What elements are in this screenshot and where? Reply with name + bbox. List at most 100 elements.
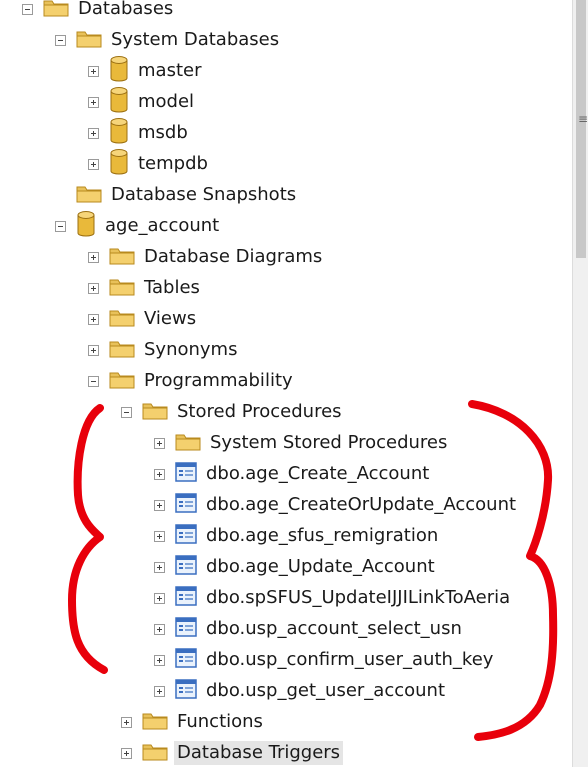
folder-icon [175, 431, 201, 456]
folder-icon [76, 183, 102, 208]
expand-toggle-icon[interactable] [154, 685, 165, 697]
expand-toggle-icon[interactable] [154, 437, 165, 449]
collapse-toggle-icon[interactable] [55, 220, 66, 232]
expand-toggle-icon[interactable] [88, 96, 99, 108]
stored-procedure-icon [175, 678, 197, 704]
tree-node-label[interactable]: Stored Procedures [174, 400, 345, 424]
expand-toggle-icon[interactable] [121, 747, 132, 759]
expand-toggle-icon[interactable] [88, 344, 99, 356]
tree-node[interactable]: age_account [55, 210, 222, 243]
folder-icon [76, 28, 102, 53]
tree-node[interactable]: System Databases [55, 25, 282, 55]
expand-toggle-icon[interactable] [88, 282, 99, 294]
expand-toggle-icon[interactable] [154, 592, 165, 604]
stored-procedure-icon [175, 585, 197, 611]
tree-node-label[interactable]: dbo.spSFUS_UpdateIJJILinkToAeria [203, 586, 513, 610]
tree-node[interactable]: dbo.usp_account_select_usn [154, 614, 465, 644]
folder-icon [109, 245, 135, 270]
expand-toggle-icon[interactable] [121, 716, 132, 728]
tree-node[interactable]: Programmability [88, 366, 296, 396]
stored-procedure-icon [175, 492, 197, 518]
expand-toggle-icon[interactable] [154, 654, 165, 666]
stored-procedure-icon [175, 647, 197, 673]
stored-procedure-icon [175, 616, 197, 642]
tree-node-label[interactable]: master [135, 59, 204, 83]
collapse-toggle-icon[interactable] [55, 34, 66, 46]
scrollbar-thumb[interactable] [576, 0, 586, 258]
collapse-toggle-icon[interactable] [121, 406, 132, 418]
tree-node-label[interactable]: dbo.age_CreateOrUpdate_Account [203, 493, 519, 517]
tree-node-label[interactable]: Functions [174, 710, 266, 734]
tree-node[interactable]: master [88, 55, 204, 86]
tree-node-label[interactable]: dbo.age_Create_Account [203, 462, 432, 486]
folder-icon [142, 710, 168, 735]
tree-node-label[interactable]: model [135, 90, 197, 114]
scrollbar-grip-icon: ≡ [578, 112, 588, 126]
collapse-toggle-icon[interactable] [88, 375, 99, 387]
folder-icon [109, 307, 135, 332]
tree-node-label[interactable]: dbo.usp_get_user_account [203, 679, 448, 703]
expand-toggle-icon[interactable] [154, 530, 165, 542]
tree-node-label[interactable]: age_account [102, 214, 222, 238]
expand-toggle-icon[interactable] [88, 251, 99, 263]
tree-node[interactable]: dbo.usp_confirm_user_auth_key [154, 645, 496, 675]
stored-procedure-icon [175, 554, 197, 580]
tree-node-label[interactable]: Synonyms [141, 338, 240, 362]
expand-toggle-icon[interactable] [154, 561, 165, 573]
tree-node-label[interactable]: System Stored Procedures [207, 431, 450, 455]
tree-node-label[interactable]: dbo.usp_account_select_usn [203, 617, 465, 641]
tree-node-label[interactable]: dbo.usp_confirm_user_auth_key [203, 648, 496, 672]
tree-node[interactable]: Tables [88, 273, 203, 303]
folder-icon [109, 369, 135, 394]
database-icon [76, 210, 96, 243]
tree-node-label[interactable]: Database Diagrams [141, 245, 325, 269]
expand-toggle-icon[interactable] [154, 499, 165, 511]
tree-node[interactable]: Database Snapshots [55, 180, 299, 210]
expand-toggle-icon[interactable] [88, 313, 99, 325]
tree-node[interactable]: dbo.age_sfus_remigration [154, 521, 441, 551]
tree-node-label[interactable]: Tables [141, 276, 203, 300]
folder-icon [142, 400, 168, 425]
tree-node[interactable]: dbo.usp_get_user_account [154, 676, 448, 706]
tree-node-label[interactable]: Database Snapshots [108, 183, 299, 207]
expand-toggle-icon[interactable] [154, 623, 165, 635]
tree-node-label[interactable]: Programmability [141, 369, 296, 393]
tree-node-label[interactable]: dbo.age_sfus_remigration [203, 524, 441, 548]
tree-node[interactable]: System Stored Procedures [154, 428, 450, 458]
tree-node[interactable]: Database Diagrams [88, 242, 325, 272]
tree-node[interactable]: dbo.age_Create_Account [154, 459, 432, 489]
tree-node-label[interactable]: System Databases [108, 28, 282, 52]
database-icon [109, 148, 129, 181]
folder-icon [109, 276, 135, 301]
tree-node-label[interactable]: Databases [75, 0, 176, 21]
tree-node[interactable]: tempdb [88, 148, 211, 181]
expand-toggle-icon[interactable] [154, 468, 165, 480]
tree-node[interactable]: Synonyms [88, 335, 240, 365]
expand-toggle-icon[interactable] [88, 158, 99, 170]
folder-icon [43, 0, 69, 22]
expand-toggle-icon[interactable] [88, 65, 99, 77]
tree-node[interactable]: msdb [88, 117, 191, 150]
expand-toggle-icon[interactable] [88, 127, 99, 139]
tree-node-label[interactable]: msdb [135, 121, 191, 145]
collapse-toggle-icon[interactable] [22, 3, 33, 15]
tree-node-label[interactable]: tempdb [135, 152, 211, 176]
tree-node-label[interactable]: dbo.age_Update_Account [203, 555, 438, 579]
tree-node[interactable]: dbo.age_CreateOrUpdate_Account [154, 490, 519, 520]
tree-node[interactable]: Stored Procedures [121, 397, 345, 427]
tree-node[interactable]: Views [88, 304, 199, 334]
tree-node[interactable]: dbo.spSFUS_UpdateIJJILinkToAeria [154, 583, 513, 613]
tree-node-label[interactable]: Views [141, 307, 199, 331]
tree-node[interactable]: Functions [121, 707, 266, 737]
database-icon [109, 86, 129, 119]
tree-node[interactable]: Databases [22, 0, 176, 24]
folder-icon [142, 741, 168, 766]
database-icon [109, 117, 129, 150]
tree-node-label[interactable]: Database Triggers [174, 741, 344, 765]
tree-node[interactable]: model [88, 86, 197, 119]
no-toggle-spacer [55, 190, 66, 201]
object-explorer-tree: Databases System Databases master model msdb… [0, 0, 572, 767]
tree-node[interactable]: dbo.age_Update_Account [154, 552, 438, 582]
folder-icon [109, 338, 135, 363]
tree-node[interactable]: Database Triggers [121, 738, 344, 767]
